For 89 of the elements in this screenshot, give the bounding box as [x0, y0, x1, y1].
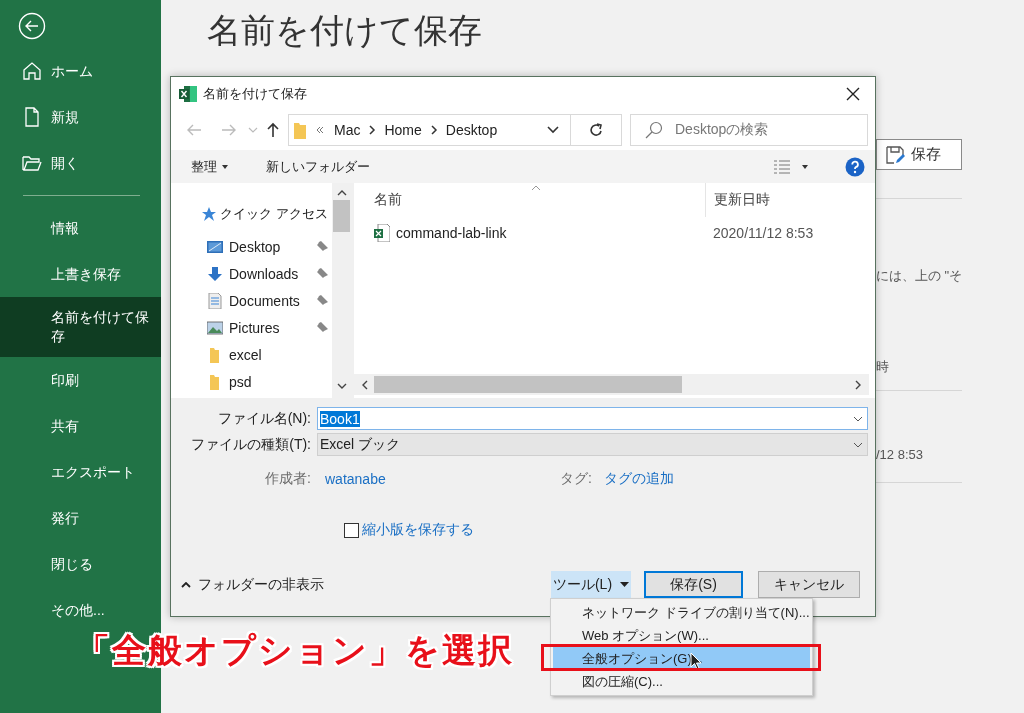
navigation-item[interactable]: Pictures — [171, 314, 332, 341]
breadcrumb-item[interactable]: Mac — [334, 122, 361, 138]
sidebar-item[interactable]: 発行 — [0, 495, 161, 541]
navigation-item[interactable]: excel — [171, 341, 332, 368]
scroll-up-icon[interactable] — [336, 190, 347, 196]
desktop-icon — [207, 238, 223, 255]
sidebar-item[interactable]: ホーム — [0, 48, 161, 94]
picture-icon — [207, 319, 223, 336]
sidebar-item[interactable]: 名前を付けて保存 — [0, 297, 161, 357]
page-title: 名前を付けて保存 — [206, 10, 483, 51]
back-icon[interactable] — [18, 12, 46, 40]
description-text: 時 — [876, 358, 890, 376]
file-name-field[interactable]: Book1 — [317, 407, 868, 430]
navigation-item[interactable]: psd — [171, 368, 332, 395]
new-folder-button[interactable]: 新しいフォルダー — [258, 153, 378, 180]
field-label: タグ: — [560, 470, 592, 488]
sidebar-item[interactable]: 共有 — [0, 403, 161, 449]
caret-icon — [620, 582, 630, 587]
dialog-title: 名前を付けて保存 — [203, 84, 307, 103]
checkbox[interactable] — [344, 522, 359, 538]
scroll-right-icon[interactable] — [855, 379, 861, 390]
document-icon — [207, 292, 223, 309]
file-date: 2020/11/12 8:53 — [712, 225, 814, 241]
search-field[interactable]: Desktopの検索 — [630, 114, 868, 146]
sort-ascending-icon — [531, 185, 541, 191]
folder-icon — [22, 153, 42, 173]
menu-item[interactable]: ネットワーク ドライブの割り当て(N)... — [553, 601, 810, 624]
sidebar-item[interactable]: 開く — [0, 140, 161, 186]
address-bar[interactable]: Mac Home Desktop — [288, 114, 622, 146]
download-icon — [207, 265, 223, 282]
chevron-right-icon — [429, 125, 438, 135]
field-label: 作成者: — [264, 470, 311, 488]
excel-file-icon — [374, 224, 390, 242]
menu-item[interactable]: 図の圧縮(C)... — [553, 670, 810, 693]
double-chevron-icon — [316, 126, 324, 134]
search-placeholder: Desktopの検索 — [675, 121, 769, 139]
column-header[interactable]: 名前 — [354, 183, 706, 217]
description-text: には、上の "そ — [876, 267, 962, 285]
chevron-down-icon[interactable] — [853, 415, 863, 422]
tags-link[interactable]: タグの追加 — [603, 470, 674, 488]
field-label: ファイルの種類(T): — [190, 435, 311, 454]
chevron-down-icon[interactable] — [546, 125, 560, 135]
scroll-down-icon[interactable] — [336, 383, 347, 389]
up-arrow-icon[interactable] — [266, 122, 280, 138]
menu-item[interactable]: Web オプション(W)... — [553, 624, 810, 647]
chevron-right-icon — [368, 125, 377, 135]
field-label: ファイル名(N): — [216, 409, 311, 428]
document-icon — [22, 107, 42, 127]
caret-icon — [222, 164, 228, 169]
navigation-item[interactable]: Documents — [171, 287, 332, 314]
organize-button[interactable]: 整理 — [183, 153, 236, 180]
cancel-button[interactable]: キャンセル — [758, 571, 860, 598]
sidebar-item[interactable]: 印刷 — [0, 357, 161, 403]
hide-folders-button[interactable]: フォルダーの非表示 — [181, 575, 551, 594]
search-icon — [645, 121, 663, 139]
checkbox-label[interactable]: 縮小版を保存する — [362, 521, 474, 539]
floppy-disk-icon — [885, 144, 905, 165]
folder-icon — [294, 121, 306, 139]
home-icon — [22, 61, 42, 81]
navigation-item[interactable]: Downloads — [171, 260, 332, 287]
chevron-down-icon[interactable] — [853, 441, 863, 448]
file-type-dropdown[interactable]: Excel ブック — [317, 433, 868, 456]
help-icon[interactable] — [845, 156, 865, 177]
column-header[interactable]: 更新日時 — [706, 191, 770, 209]
sidebar-item[interactable]: 上書き保存 — [0, 251, 161, 297]
close-icon[interactable] — [845, 85, 861, 102]
navigation-item[interactable]: Desktop — [171, 233, 332, 260]
quick-access-item[interactable]: クイック アクセス — [171, 205, 332, 223]
refresh-icon[interactable] — [588, 122, 604, 138]
caret-icon[interactable] — [802, 164, 808, 169]
sidebar-item[interactable]: 新規 — [0, 94, 161, 140]
scrollbar-thumb[interactable] — [333, 200, 350, 232]
sidebar-item[interactable]: 閉じる — [0, 541, 161, 587]
tools-button[interactable]: ツール(L) — [551, 571, 631, 598]
scroll-left-icon[interactable] — [362, 379, 368, 390]
excel-icon — [179, 84, 197, 103]
chevron-up-icon — [181, 581, 191, 588]
sidebar-item[interactable]: 情報 — [0, 205, 161, 251]
save-button[interactable]: 保存 — [876, 139, 962, 170]
breadcrumb-item[interactable]: Desktop — [445, 122, 498, 138]
description-text: /12 8:53 — [876, 447, 924, 462]
author-link[interactable]: watanabe — [325, 471, 560, 487]
sidebar-item[interactable]: その他... — [0, 587, 161, 633]
sidebar-item[interactable]: エクスポート — [0, 449, 161, 495]
file-name[interactable]: command-lab-link — [396, 225, 507, 241]
scrollbar-thumb[interactable] — [374, 376, 682, 393]
breadcrumb-item[interactable]: Home — [384, 122, 422, 138]
star-icon — [201, 206, 217, 222]
save-button[interactable]: 保存(S) — [644, 571, 743, 598]
